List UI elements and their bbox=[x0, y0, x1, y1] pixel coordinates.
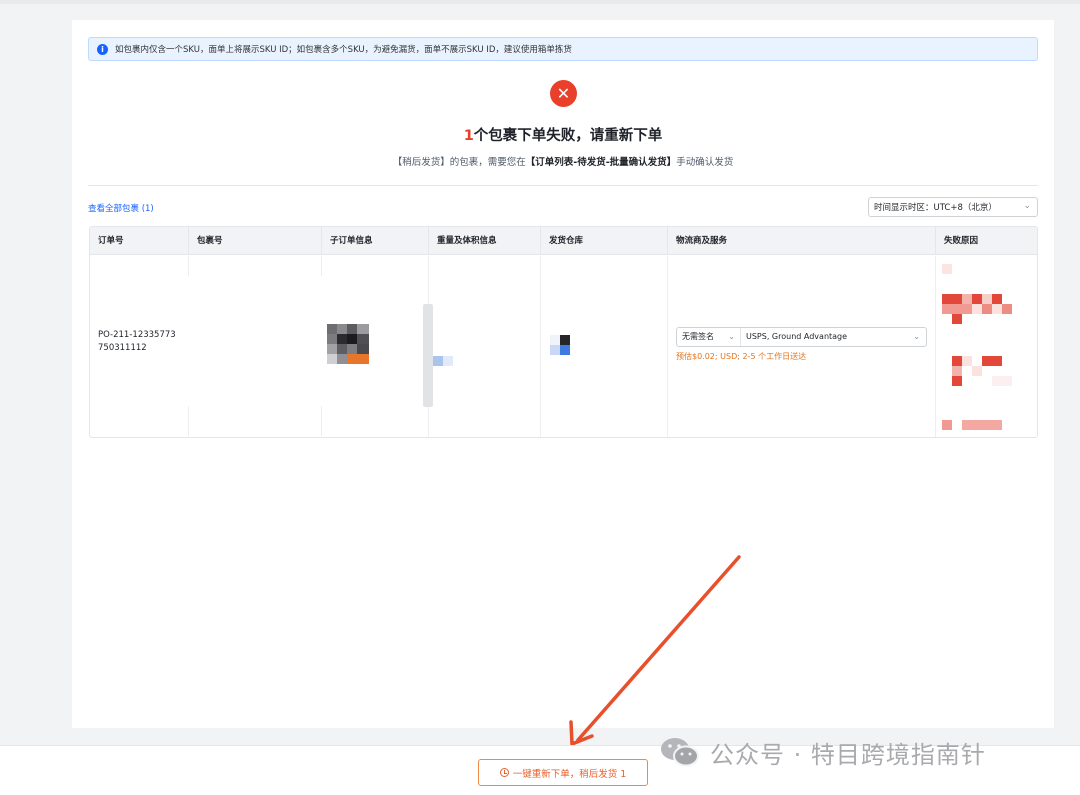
wechat-icon bbox=[661, 738, 699, 767]
retry-order-button[interactable]: 一键重新下单，稍后发货 1 bbox=[478, 759, 648, 786]
annotation-arrow bbox=[569, 555, 741, 746]
retry-button-label: 一键重新下单，稍后发货 1 bbox=[512, 768, 627, 780]
watermark: 公众号 · 特目跨境指南针 bbox=[658, 733, 986, 771]
clock-icon bbox=[499, 768, 509, 777]
watermark-text: 公众号 · 特目跨境指南针 bbox=[710, 740, 986, 769]
